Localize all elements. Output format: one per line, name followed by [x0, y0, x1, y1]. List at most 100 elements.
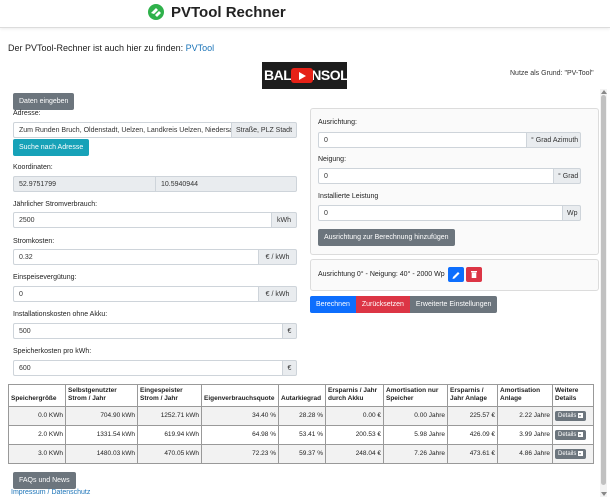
cell-autarky: 28.28 % [278, 405, 326, 426]
col-header: Autarkiegrad [278, 384, 326, 407]
cell-autarky: 59.37 % [278, 443, 326, 464]
caret-down-icon [578, 412, 584, 418]
faq-button[interactable]: FAQs und News [13, 472, 76, 489]
col-header: Eigenverbrauchsquote [201, 384, 279, 407]
consumption-unit: kWh [271, 212, 297, 228]
orientation-label: Ausrichtung: [318, 119, 357, 126]
table-row: 2.0 KWh 1331.54 kWh 619.94 kWh 64.98 % 5… [8, 424, 594, 445]
cell-amortisation-storage: 5.98 Jahre [383, 424, 448, 445]
tilt-unit: ° Grad [553, 168, 581, 184]
col-header: Amortisation nur Speicher [383, 384, 448, 407]
footer-links[interactable]: Impressum / Datenschutz [11, 489, 90, 496]
add-orientation-button[interactable]: Ausrichtung zur Berechnung hinzufügen [318, 229, 455, 246]
address-input[interactable]: Zum Runden Bruch, Oldenstadt, Uelzen, La… [13, 122, 232, 138]
col-header: Eingespeister Strom / Jahr [137, 384, 202, 407]
feedin-input[interactable]: 0 [13, 286, 259, 302]
action-button-group: Berechnen Zurücksetzen Erweiterte Einste… [310, 296, 498, 313]
orientation-entry: Ausrichtung 0° - Neigung: 40° - 2000 Wp [310, 259, 599, 291]
caret-down-icon [578, 431, 584, 437]
storage-cost-unit: € [282, 360, 297, 376]
reset-button[interactable]: Zurücksetzen [355, 296, 410, 313]
cell-self-consumption-rate: 72.23 % [201, 443, 279, 464]
coordinates-label: Koordinaten: [13, 164, 53, 171]
orientation-unit: ° Grad Azimuth [526, 132, 581, 148]
cell-fed-in: 1252.71 kWh [137, 405, 202, 426]
app-header: PVTool Rechner [0, 0, 610, 28]
play-icon[interactable] [291, 68, 313, 83]
scroll-down-icon[interactable] [601, 492, 607, 496]
orientation-input[interactable]: 0 [318, 132, 527, 148]
table-header-row: Speichergröße Selbstgenutzter Strom / Ja… [8, 384, 594, 407]
cell-self-consumption-rate: 64.98 % [201, 424, 279, 445]
install-cost-unit: € [282, 323, 297, 339]
price-input[interactable]: 0.32 [13, 249, 259, 265]
power-input[interactable]: 0 [318, 205, 563, 221]
cell-savings-system: 426.09 € [447, 424, 498, 445]
cell-savings-system: 473.61 € [447, 443, 498, 464]
cell-details: Details [552, 424, 594, 445]
install-cost-label: Installationskosten ohne Akku: [13, 311, 108, 318]
edit-button[interactable] [448, 267, 464, 282]
power-unit: Wp [562, 205, 581, 221]
cell-amortisation-storage: 0.00 Jahre [383, 405, 448, 426]
cell-self-used: 1331.54 kWh [65, 424, 138, 445]
feedin-unit: € / kWh [258, 286, 297, 302]
cell-amortisation-system: 3.99 Jahre [497, 424, 553, 445]
scrollbar-thumb[interactable] [601, 95, 606, 485]
details-button[interactable]: Details [555, 410, 587, 421]
video-thumbnail[interactable]: BALKONSOLAR [262, 62, 347, 89]
delete-button[interactable] [466, 267, 482, 282]
search-address-button[interactable]: Suche nach Adresse [13, 139, 90, 156]
trash-icon [471, 271, 477, 278]
longitude-field: 10.5940944 [155, 176, 297, 192]
cell-self-consumption-rate: 34.40 % [201, 405, 279, 426]
price-label: Stromkosten: [13, 238, 55, 245]
consumption-input[interactable]: 2500 [13, 212, 272, 228]
cell-savings-system: 225.57 € [447, 405, 498, 426]
caret-down-icon [578, 450, 584, 456]
orientation-panel: Ausrichtung: 0 ° Grad Azimuth Neigung: 0… [310, 108, 599, 255]
pencil-icon [452, 272, 460, 279]
cell-autarky: 53.41 % [278, 424, 326, 445]
cell-self-used: 1480.03 kWh [65, 443, 138, 464]
cell-savings-battery: 248.04 € [325, 443, 384, 464]
cell-amortisation-system: 4.86 Jahre [497, 443, 553, 464]
storage-cost-label: Speicherkosten pro kWh: [13, 348, 92, 355]
cell-storage-size: 2.0 KWh [8, 424, 66, 445]
install-cost-input[interactable]: 500 [13, 323, 283, 339]
cell-savings-battery: 200.53 € [325, 424, 384, 445]
tilt-label: Neigung: [318, 156, 347, 163]
table-row: 3.0 KWh 1480.03 kWh 470.05 kWh 72.23 % 5… [8, 443, 594, 464]
address-label: Adresse: [13, 110, 41, 117]
table-row: 0.0 KWh 704.90 kWh 1252.71 kWh 34.40 % 2… [8, 405, 594, 426]
cell-savings-battery: 0.00 € [325, 405, 384, 426]
scroll-up-icon[interactable] [601, 90, 607, 94]
scrollbar[interactable] [600, 89, 607, 497]
col-header: Ersparnis / Jahr durch Akku [325, 384, 384, 407]
col-header: Selbstgenutzter Strom / Jahr [65, 384, 138, 407]
intro-text: Der PVTool-Rechner ist auch hier zu find… [8, 43, 215, 53]
feedin-label: Einspeisevergütung: [13, 274, 77, 281]
address-addon: Straße, PLZ Stadt [231, 122, 297, 138]
col-header: Speichergröße [8, 384, 66, 407]
price-unit: € / kWh [258, 249, 297, 265]
calculate-button[interactable]: Berechnen [310, 296, 356, 313]
cell-amortisation-storage: 7.26 Jahre [383, 443, 448, 464]
cell-details: Details [552, 443, 594, 464]
latitude-field: 52.9751799 [13, 176, 156, 192]
cell-storage-size: 0.0 KWh [8, 405, 66, 426]
power-label: Installierte Leistung [318, 193, 379, 200]
advanced-settings-button[interactable]: Erweiterte Einstellungen [409, 296, 498, 313]
details-button[interactable]: Details [555, 429, 587, 440]
col-header: Ersparnis / Jahr Anlage [447, 384, 498, 407]
data-entry-button[interactable]: Daten eingeben [13, 93, 75, 110]
tilt-input[interactable]: 0 [318, 168, 554, 184]
cell-amortisation-system: 2.22 Jahre [497, 405, 553, 426]
details-button[interactable]: Details [555, 448, 587, 459]
cell-storage-size: 3.0 KWh [8, 443, 66, 464]
pvtool-link[interactable]: PVTool [186, 43, 215, 53]
video-note: Nutze als Grund: "PV-Tool" [510, 70, 594, 77]
storage-cost-input[interactable]: 600 [13, 360, 283, 376]
results-table: Speichergröße Selbstgenutzter Strom / Ja… [8, 384, 594, 464]
brand[interactable]: PVTool Rechner [147, 3, 286, 21]
